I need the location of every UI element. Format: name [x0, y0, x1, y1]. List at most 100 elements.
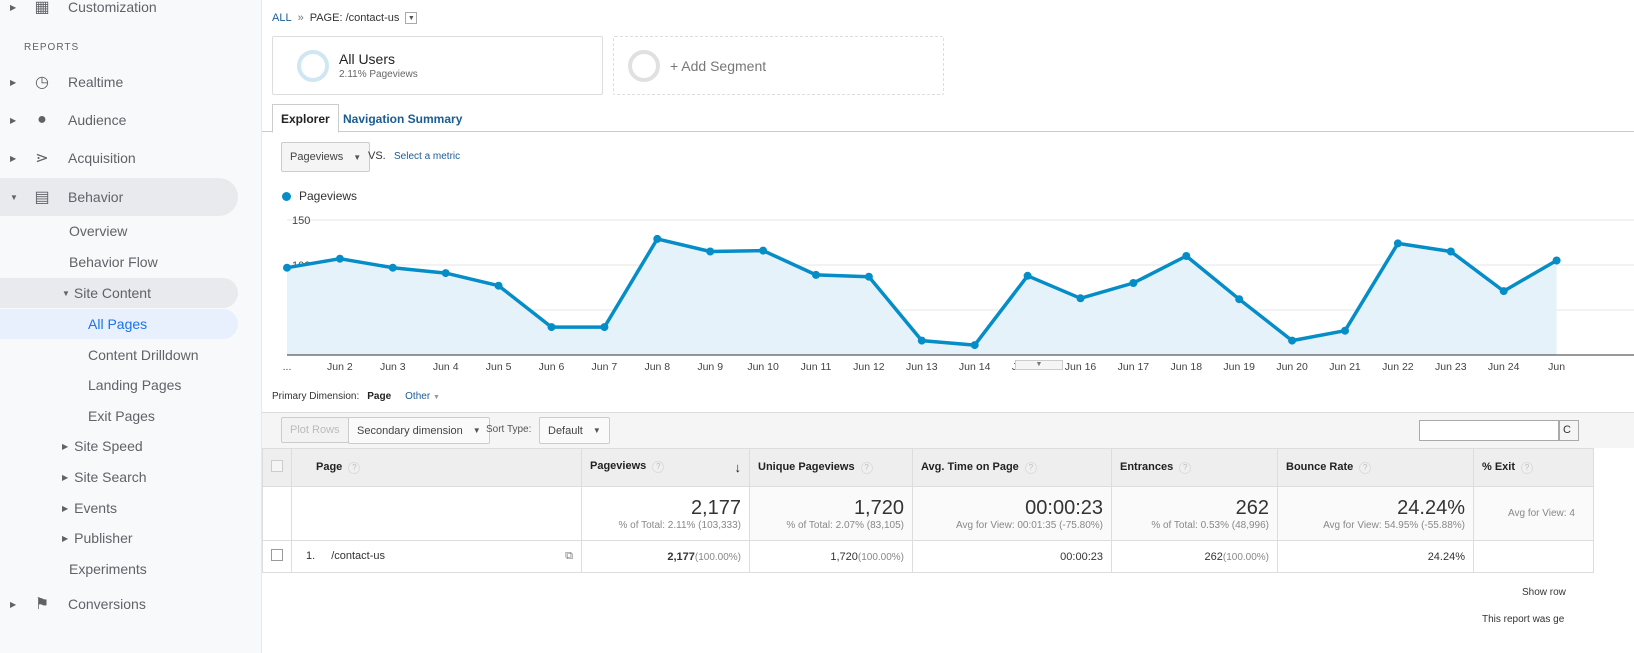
sidebar-item-audience[interactable]: ▶ ● Audience: [0, 101, 238, 139]
x-tick-label: Jun 5: [486, 361, 512, 370]
tab-explorer[interactable]: Explorer: [272, 104, 339, 133]
segment-all-users[interactable]: All Users 2.11% Pageviews: [272, 36, 603, 95]
breadcrumb: ALL » PAGE: /contact-us ▼: [272, 12, 418, 24]
header-entrances[interactable]: Entrances?: [1111, 448, 1278, 487]
sidebar-item-realtime[interactable]: ▶ ◷ Realtime: [0, 63, 238, 101]
x-tick-label: Jun 12: [853, 361, 885, 370]
sidebar-item-site-speed[interactable]: ▶ Site Speed: [62, 431, 143, 461]
data-table: Page? Pageviews? ↓ Unique Pageviews? Avg.…: [262, 448, 1594, 573]
total-exit: Avg for View: 4: [1473, 486, 1594, 541]
help-icon[interactable]: ?: [348, 462, 361, 474]
sidebar-item-events[interactable]: ▶ Events: [62, 493, 117, 523]
acquisition-icon: ⋗: [35, 150, 49, 167]
data-point: [1552, 256, 1561, 265]
x-tick-label: Jun 9: [697, 361, 723, 370]
help-icon[interactable]: ?: [1024, 462, 1037, 474]
select-metric-link[interactable]: Select a metric: [394, 151, 460, 162]
dimension-page[interactable]: Page: [367, 391, 391, 402]
plot-rows-button[interactable]: Plot Rows: [281, 417, 349, 443]
x-tick-label: Jun 17: [1118, 361, 1150, 370]
data-point: [283, 263, 291, 272]
total-bounce-rate: 24.24% Avg for View: 54.95% (-55.88%): [1277, 486, 1474, 541]
x-tick-label: Jun: [1548, 361, 1565, 370]
sidebar-item-exit-pages[interactable]: Exit Pages: [88, 401, 155, 431]
show-rows-label: Show row: [1522, 587, 1566, 598]
breadcrumb-page: PAGE: /contact-us: [309, 12, 400, 24]
open-link-icon[interactable]: ⧉: [565, 550, 573, 563]
header-pageviews[interactable]: Pageviews? ↓: [581, 448, 750, 487]
data-point: [970, 341, 979, 350]
total-pageviews: 2,177% of Total: 2.11% (103,333): [581, 486, 750, 541]
x-tick-label: Jun 8: [644, 361, 670, 370]
sidebar-item-behavior[interactable]: ▼ ▤ Behavior: [0, 178, 238, 216]
sidebar-item-experiments[interactable]: Experiments: [69, 554, 147, 584]
data-point: [494, 281, 503, 290]
x-tick-label: Jun 13: [906, 361, 938, 370]
search-button[interactable]: C: [1559, 420, 1579, 441]
sidebar-item-publisher[interactable]: ▶ Publisher: [62, 523, 133, 553]
x-tick-label: Jun 2: [327, 361, 353, 370]
sidebar-item-acquisition[interactable]: ▶ ⋗ Acquisition: [0, 139, 238, 177]
data-point: [1129, 279, 1138, 287]
x-tick-label: Jun 22: [1382, 361, 1414, 370]
sidebar-item-site-search[interactable]: ▶ Site Search: [62, 462, 147, 492]
chart-resize-handle[interactable]: ▼: [1015, 360, 1063, 370]
data-point: [864, 272, 873, 281]
table-search-input[interactable]: [1419, 420, 1559, 441]
row-page-link[interactable]: /contact-us: [331, 550, 385, 562]
table-header-row: Page? Pageviews? ↓ Unique Pageviews? Avg.…: [262, 448, 1594, 487]
help-icon[interactable]: ?: [1179, 462, 1192, 474]
segment-ring-icon: [628, 49, 660, 82]
sort-type-select[interactable]: Default ▼: [539, 417, 610, 444]
x-tick-label: Jun 24: [1488, 361, 1520, 370]
data-point: [441, 269, 450, 278]
sidebar-item-behavior-flow[interactable]: Behavior Flow: [69, 247, 158, 277]
data-point: [1341, 326, 1349, 335]
data-point: [1182, 252, 1191, 260]
header-page[interactable]: Page?: [291, 448, 582, 487]
chevron-down-icon: ▼: [472, 426, 481, 435]
help-icon[interactable]: ?: [1359, 462, 1372, 474]
sidebar-item-content-drilldown[interactable]: Content Drilldown: [88, 340, 199, 370]
sidebar-item-customization[interactable]: ▶ ▦ Customization: [0, 0, 157, 26]
data-point: [335, 254, 344, 263]
person-icon: ●: [37, 111, 47, 128]
x-tick-label: Jun 14: [959, 361, 991, 370]
tab-navigation-summary[interactable]: Navigation Summary: [335, 104, 470, 133]
add-segment-button[interactable]: + Add Segment: [613, 36, 944, 95]
x-tick-label: Jun 7: [592, 361, 618, 370]
data-point: [1076, 294, 1085, 303]
header-exit[interactable]: % Exit?: [1473, 448, 1594, 487]
segment-ring-icon: [297, 49, 329, 82]
select-all-checkbox[interactable]: [271, 460, 283, 472]
data-point: [388, 263, 397, 272]
breadcrumb-dropdown-icon[interactable]: ▼: [405, 12, 418, 24]
pageviews-chart: 15010050...Jun 2Jun 3Jun 4Jun 5Jun 6Jun …: [283, 215, 1634, 370]
header-bounce-rate[interactable]: Bounce Rate?: [1277, 448, 1474, 487]
data-point: [547, 323, 556, 332]
row-checkbox[interactable]: [271, 549, 283, 561]
help-icon[interactable]: ?: [1521, 462, 1534, 474]
help-icon[interactable]: ?: [860, 462, 873, 474]
sidebar-item-conversions[interactable]: ▶ ⚑ Conversions: [0, 585, 146, 623]
report-note: This report was ge: [1482, 614, 1565, 625]
x-tick-label: Jun 20: [1276, 361, 1308, 370]
x-tick-label: Jun 3: [380, 361, 406, 370]
data-point: [653, 234, 662, 243]
total-avg-time: 00:00:23 Avg for View: 00:01:35 (-75.80%): [912, 486, 1112, 541]
dimension-other-dropdown[interactable]: Other ▼: [405, 391, 440, 402]
data-point: [1288, 336, 1297, 345]
data-point: [600, 323, 609, 332]
breadcrumb-all-link[interactable]: ALL: [272, 12, 292, 24]
data-point: [1235, 295, 1244, 304]
metric-select[interactable]: Pageviews ▼: [281, 142, 371, 172]
secondary-dimension-select[interactable]: Secondary dimension ▼: [348, 417, 490, 444]
x-tick-label: ...: [283, 361, 292, 370]
help-icon[interactable]: ?: [652, 461, 665, 473]
header-avg-time[interactable]: Avg. Time on Page?: [912, 448, 1112, 487]
sidebar-item-landing-pages[interactable]: Landing Pages: [88, 370, 181, 400]
sidebar-item-site-content[interactable]: ▼ Site Content: [0, 278, 238, 308]
sidebar-item-overview[interactable]: Overview: [69, 216, 127, 246]
header-unique-pageviews[interactable]: Unique Pageviews?: [749, 448, 913, 487]
sidebar-item-all-pages[interactable]: All Pages: [0, 309, 238, 339]
